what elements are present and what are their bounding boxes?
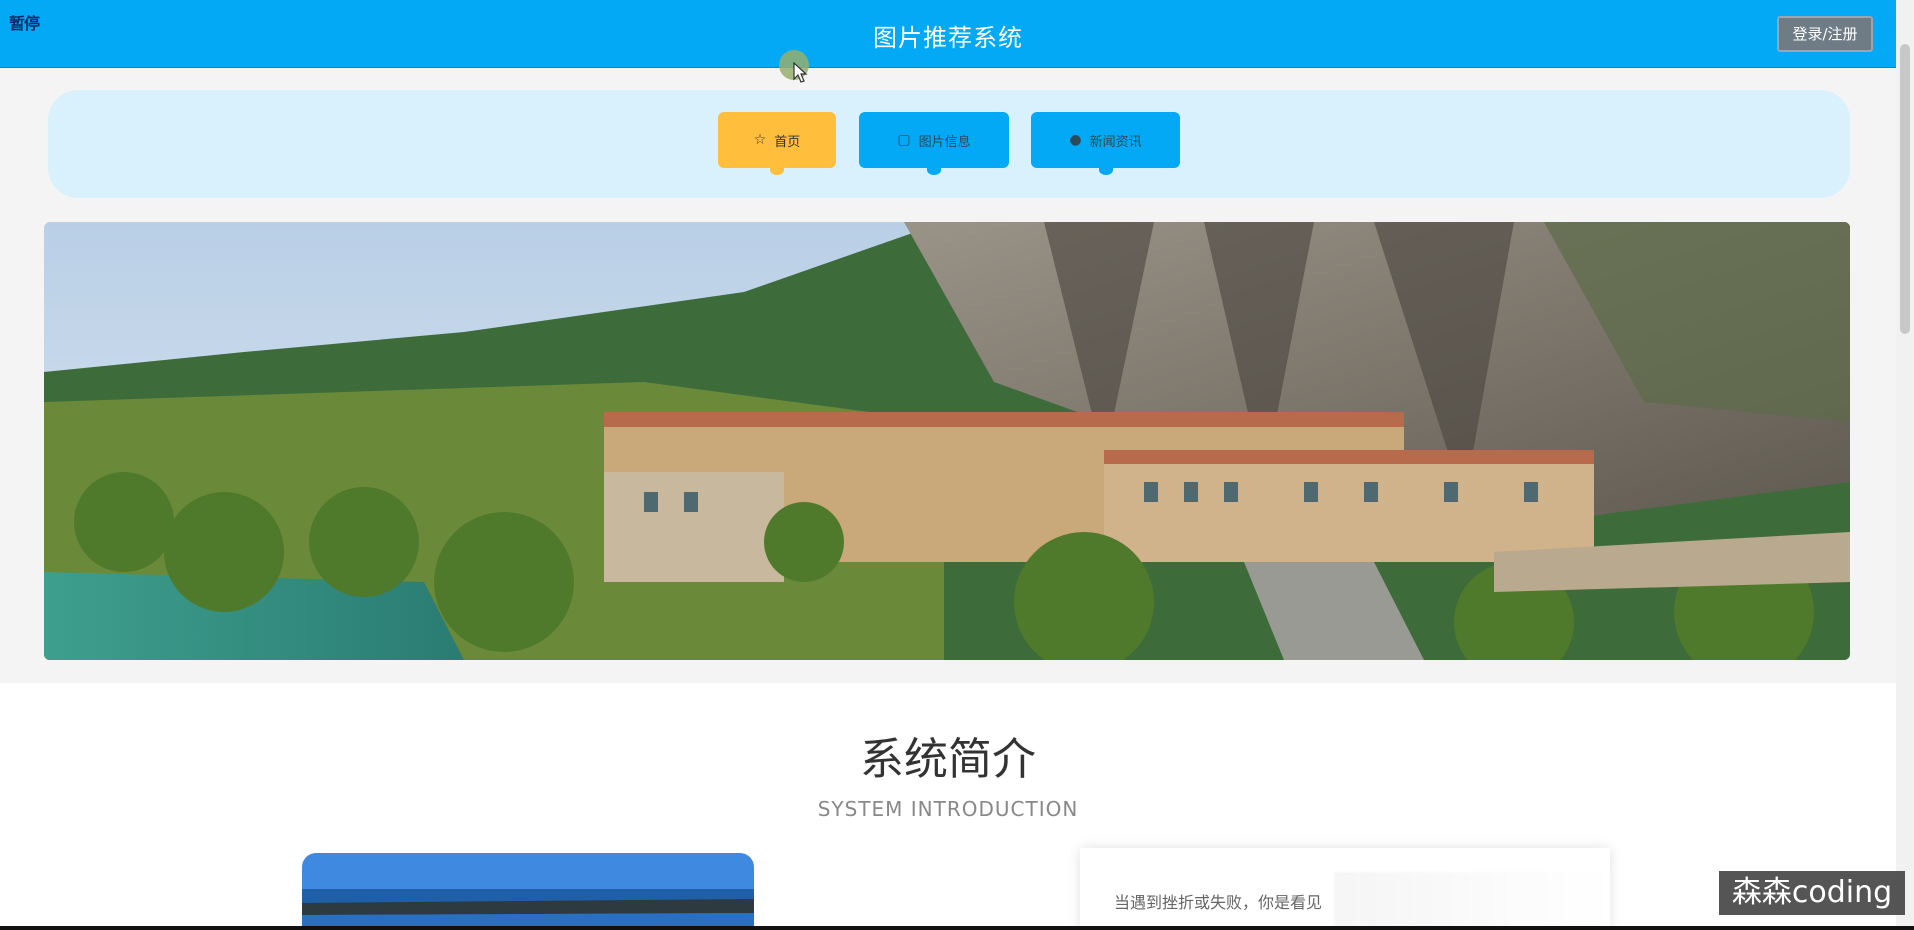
intro-text-card: 当遇到挫折或失败，你是看见 xyxy=(1080,848,1610,930)
news-icon: ● xyxy=(1069,132,1082,148)
nav-news-button[interactable]: ● 新闻资讯 xyxy=(1031,112,1180,175)
site-title: 图片推荐系统 xyxy=(873,24,1023,52)
mouse-cursor-icon xyxy=(793,62,808,83)
intro-subtitle: SYSTEM INTRODUCTION xyxy=(817,797,1079,821)
intro-title: 系统简介 xyxy=(860,734,1036,785)
bottom-edge xyxy=(0,926,1914,930)
star-outline-icon: ☆ xyxy=(753,132,767,148)
nav-home-label: 首页 xyxy=(774,134,801,150)
vertical-scrollbar[interactable] xyxy=(1896,0,1914,930)
login-register-button[interactable]: 登录/注册 xyxy=(1777,16,1873,52)
nav-image-info-button[interactable]: ▢ 图片信息 xyxy=(859,112,1009,175)
nav-image-info-label: 图片信息 xyxy=(918,134,971,150)
top-header: 暂停 图片推荐系统 登录/注册 xyxy=(0,0,1896,68)
scrollbar-thumb[interactable] xyxy=(1900,44,1910,334)
banner-image xyxy=(44,222,1850,660)
nav-news-label: 新闻资讯 xyxy=(1089,134,1142,150)
watermark: 森森coding xyxy=(1719,871,1905,915)
image-icon: ▢ xyxy=(897,132,911,148)
main-nav: ☆ 首页 ▢ 图片信息 ● 新闻资讯 xyxy=(48,90,1850,198)
nav-home-button[interactable]: ☆ 首页 xyxy=(718,112,836,175)
blurred-overlay xyxy=(1334,872,1610,930)
intro-image xyxy=(302,853,754,930)
intro-section: 系统简介 SYSTEM INTRODUCTION 当遇到挫折或失败，你是看见 xyxy=(0,683,1896,930)
